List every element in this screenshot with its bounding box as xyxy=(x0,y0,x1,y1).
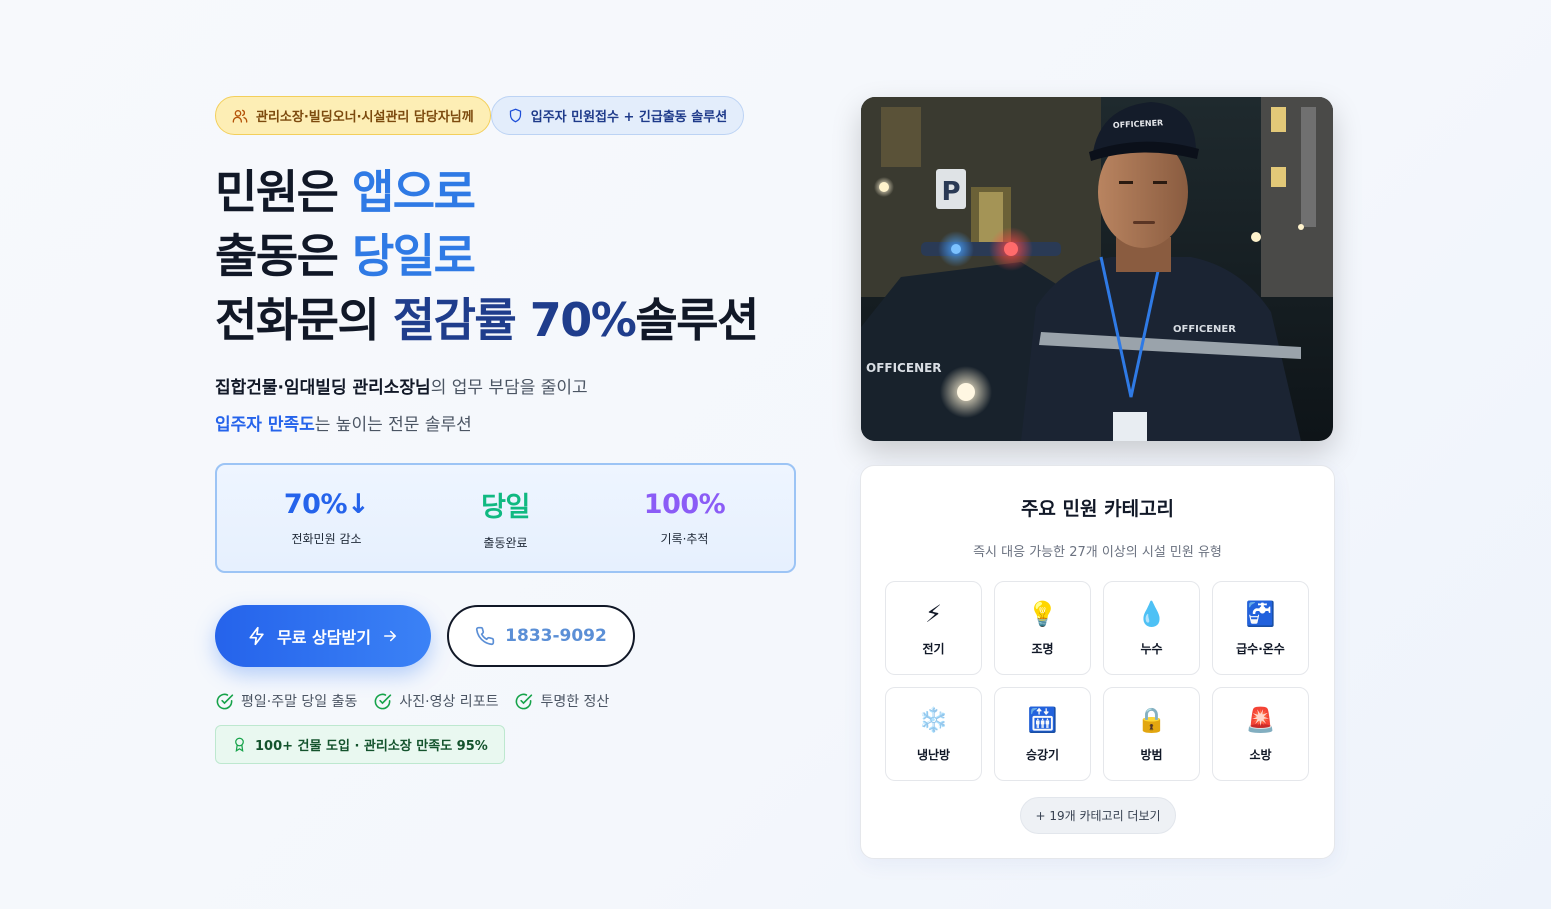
category-label: 승강기 xyxy=(1025,747,1060,762)
lightning-icon xyxy=(249,626,264,646)
phone-button[interactable]: 1833-9092 xyxy=(447,605,635,667)
category-grid: ⚡ 전기 💡 조명 💧 누수 🚰 급수·온수 ❄️ 냉난방 🛗 승강기 🔒 방범 🚨 소방 xyxy=(885,581,1309,781)
water-drop-icon: 💧 xyxy=(1136,599,1167,628)
category-security[interactable]: 🔒 방범 xyxy=(1103,687,1200,781)
stat-same-day: 당일 출동완료 xyxy=(421,485,591,551)
award-icon xyxy=(235,737,244,752)
category-fire[interactable]: 🚨 소방 xyxy=(1212,687,1309,781)
lightbulb-icon: 💡 xyxy=(1027,599,1058,628)
category-elevator[interactable]: 🛗 승강기 xyxy=(994,687,1091,781)
elevator-icon: 🛗 xyxy=(1027,705,1058,734)
stat-value: 당일 xyxy=(481,492,530,523)
cta-row: 무료 상담받기 1833-9092 xyxy=(215,605,805,667)
subtitle-bold: 집합건물·임대빌딩 관리소장님 xyxy=(215,378,431,398)
category-label: 급수·온수 xyxy=(1236,641,1285,656)
lock-icon: 🔒 xyxy=(1136,705,1167,734)
shield-icon xyxy=(509,108,521,123)
subtitle-line-1: 집합건물·임대빌딩 관리소장님의 업무 부담을 줄이고 xyxy=(215,370,805,407)
headline-line-3: 전화문의 절감률 70%솔루션 xyxy=(215,288,805,352)
stat-records: 100% 기록·추적 xyxy=(600,489,770,547)
badge-row: 관리소장·빌딩오너·시설관리 담당자님께 입주자 민원접수 + 긴급출동 솔루션 xyxy=(215,96,805,135)
headline-line-2: 출동은 당일로 xyxy=(215,224,805,288)
check-item: 투명한 정산 xyxy=(514,691,609,711)
category-title: 주요 민원 카테고리 xyxy=(1020,498,1175,520)
trust-text: 100+ 건물 도입 · 관리소장 만족도 95% xyxy=(255,739,488,754)
snowflake-icon: ❄️ xyxy=(918,705,949,734)
headline-accent: 당일로 xyxy=(351,229,476,283)
stats-box: 70%↓ 전화민원 감소 당일 출동완료 100% 기록·추적 xyxy=(215,463,796,573)
headline-text: 민원은 xyxy=(215,165,352,219)
check-circle-icon xyxy=(516,693,533,709)
category-label: 조명 xyxy=(1031,641,1054,656)
headline-accent: 앱으로 xyxy=(351,165,476,219)
trust-badge: 100+ 건물 도입 · 관리소장 만족도 95% xyxy=(215,725,505,764)
headline-text: 출동은 xyxy=(215,229,352,283)
lightning-icon: ⚡ xyxy=(925,599,942,628)
subtitle-text: 는 높이는 전문 솔루션 xyxy=(314,415,472,435)
parking-sign-text: P xyxy=(941,177,960,207)
arrow-right-icon xyxy=(383,630,397,642)
category-hvac[interactable]: ❄️ 냉난방 xyxy=(885,687,982,781)
stat-label: 전화민원 감소 xyxy=(291,532,362,546)
stat-value: 100% xyxy=(643,489,726,520)
target-badge: 관리소장·빌딩오너·시설관리 담당자님께 xyxy=(215,96,491,135)
stat-label: 출동완료 xyxy=(483,536,528,550)
solution-badge: 입주자 민원접수 + 긴급출동 솔루션 xyxy=(490,96,745,135)
category-label: 누수 xyxy=(1140,641,1163,656)
subtitle: 집합건물·임대빌딩 관리소장님의 업무 부담을 줄이고 입주자 만족도는 높이는… xyxy=(215,370,805,444)
category-description: 즉시 대응 가능한 27개 이상의 시설 민원 유형 xyxy=(973,545,1222,560)
headline-text: 솔루션 xyxy=(635,293,759,347)
category-label: 전기 xyxy=(922,641,945,656)
check-item: 평일·주말 당일 출동 xyxy=(215,691,357,711)
check-label: 투명한 정산 xyxy=(540,694,610,710)
headline-text: 전화문의 xyxy=(215,293,393,347)
more-categories-button[interactable]: + 19개 카테고리 더보기 xyxy=(1020,797,1176,834)
free-consult-label: 무료 상담받기 xyxy=(277,628,371,647)
category-label: 방범 xyxy=(1140,747,1163,762)
feature-checks: 평일·주말 당일 출동 사진·영상 리포트 투명한 정산 xyxy=(215,691,805,711)
check-circle-icon xyxy=(216,693,234,709)
check-circle-icon xyxy=(375,693,392,709)
phone-number: 1833-9092 xyxy=(505,626,607,646)
phone-icon xyxy=(476,626,495,646)
stat-label: 기록·추적 xyxy=(660,532,709,546)
users-icon xyxy=(232,109,248,123)
stat-value: 70%↓ xyxy=(283,489,370,520)
headline-line-1: 민원은 앱으로 xyxy=(215,160,805,224)
check-item: 사진·영상 리포트 xyxy=(373,691,498,711)
hero-left: 관리소장·빌딩오너·시설관리 담당자님께 입주자 민원접수 + 긴급출동 솔루션… xyxy=(215,96,805,764)
free-consult-button[interactable]: 무료 상담받기 xyxy=(215,605,431,667)
category-lighting[interactable]: 💡 조명 xyxy=(994,581,1091,675)
jacket-text: OFFICENER xyxy=(1173,324,1236,335)
category-card: 주요 민원 카테고리 즉시 대응 가능한 27개 이상의 시설 민원 유형 ⚡ 전… xyxy=(860,465,1335,859)
solution-badge-text: 입주자 민원접수 + 긴급출동 솔루션 xyxy=(530,110,728,125)
category-leak[interactable]: 💧 누수 xyxy=(1103,581,1200,675)
subtitle-highlight: 입주자 만족도 xyxy=(215,415,315,435)
subtitle-line-2: 입주자 만족도는 높이는 전문 솔루션 xyxy=(215,407,805,444)
headline: 민원은 앱으로 출동은 당일로 전화문의 절감률 70%솔루션 xyxy=(215,160,805,352)
security-guard-photo: P OFFICENER OFFICENER OFFICENER xyxy=(861,97,1333,441)
car-text: OFFICENER xyxy=(866,361,942,375)
category-label: 냉난방 xyxy=(916,747,951,762)
category-electric[interactable]: ⚡ 전기 xyxy=(885,581,982,675)
headline-accent: 절감률 70% xyxy=(392,293,637,347)
faucet-icon: 🚰 xyxy=(1245,599,1276,628)
category-water-supply[interactable]: 🚰 급수·온수 xyxy=(1212,581,1309,675)
check-label: 사진·영상 리포트 xyxy=(399,694,499,710)
stat-call-reduction: 70%↓ 전화민원 감소 xyxy=(242,489,412,547)
siren-icon: 🚨 xyxy=(1245,705,1276,734)
guard-illustration: P OFFICENER OFFICENER OFFICENER xyxy=(861,97,1333,441)
category-label: 소방 xyxy=(1249,747,1272,762)
check-label: 평일·주말 당일 출동 xyxy=(241,694,358,710)
target-badge-text: 관리소장·빌딩오너·시설관리 담당자님께 xyxy=(256,110,474,125)
subtitle-text: 의 업무 부담을 줄이고 xyxy=(430,378,588,398)
